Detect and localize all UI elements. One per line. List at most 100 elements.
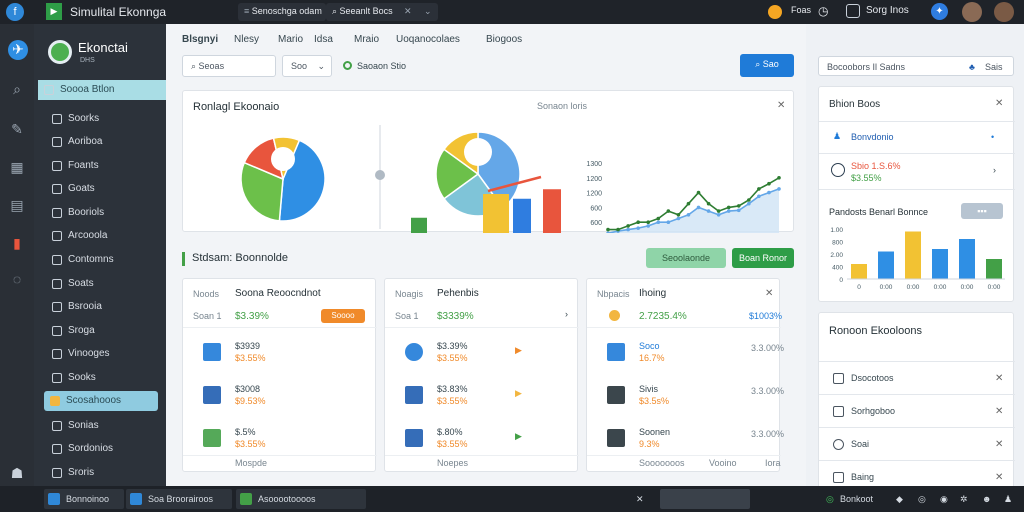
right-panel: Bocoobors Il Sadns ♣ Sais Bhion Boos ✕ ♟… (806, 24, 1024, 492)
line-point (706, 201, 711, 206)
tab[interactable]: Blsgnyi (182, 34, 218, 45)
arrow-icon[interactable]: ▶ (515, 388, 522, 399)
sidebar-item[interactable]: Sroga (46, 321, 158, 341)
filter-select[interactable]: Soo ⌄ (282, 55, 332, 77)
close-icon[interactable]: ✕ (995, 472, 1003, 483)
app-window-icon[interactable] (846, 4, 860, 18)
sidebar-item[interactable]: Arcooola (46, 226, 158, 246)
taskbar-item[interactable]: Bonnoinoo (44, 489, 124, 509)
card-header-title: Soona Reoocndnot (235, 288, 321, 299)
emoji-icon[interactable] (768, 5, 782, 19)
tab-field[interactable]: ≡ Senoschga odam (238, 3, 326, 21)
top-right-action[interactable]: Sais (985, 57, 1003, 77)
panel2-item[interactable]: Dsocotoos (851, 373, 894, 383)
sidebar-item[interactable]: Booriols (46, 203, 158, 223)
search-icon[interactable]: ⌕ (8, 80, 26, 98)
sidebar-item[interactable]: Vinooges (46, 344, 158, 364)
divider (587, 327, 781, 328)
chevron-down-icon[interactable]: ⌄ (424, 6, 432, 17)
divider (587, 455, 781, 456)
top-right-field[interactable]: Bocoobors Il Sadns ♣ Sais (818, 56, 1014, 76)
taskbar-item[interactable]: Soa Broorairoos (126, 489, 232, 509)
y-tick-label: 0 (839, 277, 843, 284)
close-icon[interactable]: ✕ (765, 288, 773, 299)
divider (385, 455, 579, 456)
sidebar-item[interactable]: Goats (46, 179, 158, 199)
settings-icon[interactable]: ✦ (931, 3, 948, 20)
slider-handle[interactable] (375, 170, 385, 180)
sidebar-item[interactable]: Sroris (46, 463, 158, 483)
grid-icon[interactable]: ▦ (8, 158, 26, 176)
tools-icon[interactable]: ✎ (8, 120, 26, 138)
chevron-down-icon: ⌄ (317, 61, 325, 71)
close-icon[interactable]: ✕ (995, 373, 1003, 384)
line-point (767, 190, 771, 195)
chat-icon[interactable]: ◆ (896, 494, 903, 505)
tab[interactable]: Mario (278, 34, 303, 45)
bird-icon[interactable]: ✈ (8, 40, 28, 60)
github-icon[interactable]: ◉ (940, 494, 948, 505)
arrow-icon[interactable]: ▶ (515, 345, 522, 356)
checkbox-icon (52, 114, 62, 124)
sidebar-item[interactable]: Soorks (46, 109, 158, 129)
sidebar-item[interactable]: Sooks (46, 368, 158, 388)
close-icon[interactable]: ✕ (995, 439, 1003, 450)
card-row-value: 2.7235.4% (639, 311, 687, 322)
card-badge[interactable]: Soooo (321, 309, 365, 323)
sidebar-item[interactable]: Scosahooos (44, 391, 158, 411)
avatar[interactable] (962, 2, 982, 22)
sidebar-item[interactable]: Soats (46, 274, 158, 294)
close-icon[interactable]: ✕ (636, 494, 644, 505)
chart-panel: Ronlagl Ekoonaio Sonaon loris ✕ 1300 1200… (182, 90, 794, 233)
filter-input[interactable]: ⌕ Seoas (182, 55, 276, 77)
tab[interactable]: Uoqanocolaes (396, 34, 460, 45)
primary-action-button[interactable]: Boan Ronor (732, 248, 794, 268)
card-footer[interactable]: Vooino (709, 458, 737, 468)
refresh-icon[interactable]: ◎ (918, 494, 926, 505)
tab[interactable]: Idsa (314, 34, 333, 45)
tab[interactable]: Nlesy (234, 34, 259, 45)
chevron-right-icon[interactable]: › (565, 309, 568, 319)
tab[interactable]: Biogoos (486, 34, 522, 45)
card-item-line2: $9.53% (235, 396, 266, 406)
chat-icon[interactable]: ◌ (8, 270, 26, 288)
taskbar-field[interactable] (660, 489, 750, 509)
sidebar-item[interactable]: Aoriboa (46, 132, 158, 152)
panel2-item[interactable]: Baing (851, 472, 874, 482)
card-footer[interactable]: Sooooooos (639, 458, 685, 468)
checkbox-icon (50, 396, 60, 406)
line-point (757, 194, 761, 199)
secondary-action-button[interactable]: Seoolaonde (646, 248, 726, 268)
right-label: Sorg Inos (866, 5, 909, 16)
search-button[interactable]: ⌕ Sao (740, 54, 794, 77)
avatar[interactable] (994, 2, 1014, 22)
card-footer[interactable]: Noepes (437, 458, 468, 468)
people-icon[interactable]: ☻ (982, 494, 991, 504)
robot-icon[interactable]: ☗ (8, 464, 26, 482)
search-field[interactable]: ⌕ Seeanlt Bocs ✕ ⌄ (326, 3, 438, 21)
sidebar: Ekonctai DHS Soooa Btlon Soorks Aoriboa Foa… (34, 24, 168, 486)
play-icon[interactable]: ▶ (46, 3, 62, 20)
sidebar-item[interactable]: Sordonios (46, 439, 158, 459)
card-footer[interactable]: Iora (765, 458, 781, 468)
user-icon[interactable]: ♟ (1004, 494, 1012, 505)
taskbar-item[interactable]: Asooootoooos (236, 489, 366, 509)
card-item-right: 3.3.00% (751, 429, 785, 439)
settings-icon[interactable]: ✲ (960, 494, 968, 505)
close-icon[interactable]: ✕ (404, 6, 412, 17)
panel2-item[interactable]: Soai (851, 439, 869, 449)
sidebar-item[interactable]: Sonias (46, 416, 158, 436)
panel2-item[interactable]: Sorhgoboo (851, 406, 895, 416)
arrow-icon[interactable]: ▶ (515, 431, 522, 442)
chart-icon[interactable]: ▮ (8, 234, 26, 252)
document-icon[interactable]: ▤ (8, 196, 26, 214)
sidebar-item[interactable]: Foants (46, 156, 158, 176)
sidebar-item[interactable]: Soooa Btlon (38, 80, 168, 100)
close-icon[interactable]: ✕ (995, 406, 1003, 417)
main-content: Blsgnyi Nlesy Mario Idsa Mraio Uoqanocolaes Bi… (166, 24, 806, 486)
sidebar-item[interactable]: Contomns (46, 250, 158, 270)
sidebar-item[interactable]: Bsrooia (46, 297, 158, 317)
tab[interactable]: Mraio (354, 34, 379, 45)
clock-icon[interactable]: ◷ (818, 4, 828, 18)
card-footer[interactable]: Mospde (235, 458, 267, 468)
